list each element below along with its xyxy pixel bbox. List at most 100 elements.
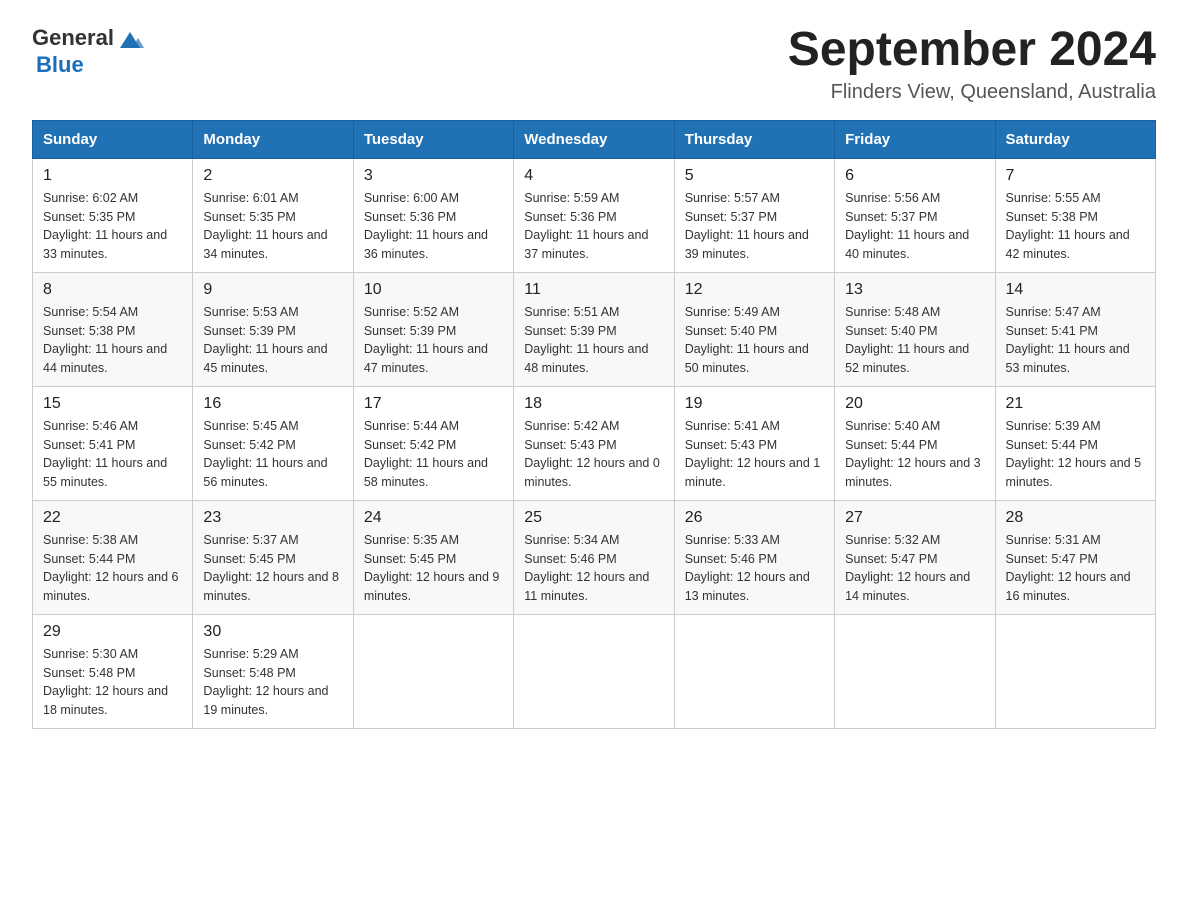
day-info: Sunrise: 5:53 AM Sunset: 5:39 PM Dayligh…: [203, 303, 342, 378]
table-row: 7 Sunrise: 5:55 AM Sunset: 5:38 PM Dayli…: [995, 158, 1155, 272]
table-row: 24 Sunrise: 5:35 AM Sunset: 5:45 PM Dayl…: [353, 500, 513, 614]
table-row: 15 Sunrise: 5:46 AM Sunset: 5:41 PM Dayl…: [33, 386, 193, 500]
day-number: 1: [43, 167, 182, 185]
day-info: Sunrise: 5:44 AM Sunset: 5:42 PM Dayligh…: [364, 417, 503, 492]
day-info: Sunrise: 5:38 AM Sunset: 5:44 PM Dayligh…: [43, 531, 182, 606]
day-info: Sunrise: 5:37 AM Sunset: 5:45 PM Dayligh…: [203, 531, 342, 606]
table-row: [835, 614, 995, 728]
day-info: Sunrise: 5:49 AM Sunset: 5:40 PM Dayligh…: [685, 303, 824, 378]
day-info: Sunrise: 6:00 AM Sunset: 5:36 PM Dayligh…: [364, 189, 503, 264]
day-info: Sunrise: 5:29 AM Sunset: 5:48 PM Dayligh…: [203, 645, 342, 720]
day-number: 11: [524, 281, 663, 299]
header-sunday: Sunday: [33, 120, 193, 158]
day-number: 3: [364, 167, 503, 185]
day-number: 9: [203, 281, 342, 299]
day-info: Sunrise: 5:57 AM Sunset: 5:37 PM Dayligh…: [685, 189, 824, 264]
logo-blue-text: Blue: [36, 52, 84, 78]
calendar-body: 1 Sunrise: 6:02 AM Sunset: 5:35 PM Dayli…: [33, 158, 1156, 728]
table-row: 5 Sunrise: 5:57 AM Sunset: 5:37 PM Dayli…: [674, 158, 834, 272]
day-number: 15: [43, 395, 182, 413]
table-row: 20 Sunrise: 5:40 AM Sunset: 5:44 PM Dayl…: [835, 386, 995, 500]
day-number: 21: [1006, 395, 1145, 413]
header-wednesday: Wednesday: [514, 120, 674, 158]
table-row: 18 Sunrise: 5:42 AM Sunset: 5:43 PM Dayl…: [514, 386, 674, 500]
table-row: 22 Sunrise: 5:38 AM Sunset: 5:44 PM Dayl…: [33, 500, 193, 614]
day-number: 4: [524, 167, 663, 185]
day-number: 18: [524, 395, 663, 413]
day-info: Sunrise: 5:52 AM Sunset: 5:39 PM Dayligh…: [364, 303, 503, 378]
day-info: Sunrise: 5:34 AM Sunset: 5:46 PM Dayligh…: [524, 531, 663, 606]
day-number: 14: [1006, 281, 1145, 299]
calendar-table: Sunday Monday Tuesday Wednesday Thursday…: [32, 120, 1156, 729]
day-info: Sunrise: 5:47 AM Sunset: 5:41 PM Dayligh…: [1006, 303, 1145, 378]
table-row: [995, 614, 1155, 728]
day-info: Sunrise: 5:56 AM Sunset: 5:37 PM Dayligh…: [845, 189, 984, 264]
table-row: 21 Sunrise: 5:39 AM Sunset: 5:44 PM Dayl…: [995, 386, 1155, 500]
day-number: 5: [685, 167, 824, 185]
header-thursday: Thursday: [674, 120, 834, 158]
day-info: Sunrise: 5:48 AM Sunset: 5:40 PM Dayligh…: [845, 303, 984, 378]
table-row: 3 Sunrise: 6:00 AM Sunset: 5:36 PM Dayli…: [353, 158, 513, 272]
table-row: 19 Sunrise: 5:41 AM Sunset: 5:43 PM Dayl…: [674, 386, 834, 500]
table-row: 17 Sunrise: 5:44 AM Sunset: 5:42 PM Dayl…: [353, 386, 513, 500]
table-row: 27 Sunrise: 5:32 AM Sunset: 5:47 PM Dayl…: [835, 500, 995, 614]
day-number: 12: [685, 281, 824, 299]
table-row: 25 Sunrise: 5:34 AM Sunset: 5:46 PM Dayl…: [514, 500, 674, 614]
day-number: 19: [685, 395, 824, 413]
day-number: 20: [845, 395, 984, 413]
header-monday: Monday: [193, 120, 353, 158]
table-row: 8 Sunrise: 5:54 AM Sunset: 5:38 PM Dayli…: [33, 272, 193, 386]
logo-icon: [116, 26, 144, 54]
day-number: 10: [364, 281, 503, 299]
day-info: Sunrise: 5:31 AM Sunset: 5:47 PM Dayligh…: [1006, 531, 1145, 606]
day-info: Sunrise: 5:46 AM Sunset: 5:41 PM Dayligh…: [43, 417, 182, 492]
day-number: 23: [203, 509, 342, 527]
table-row: 6 Sunrise: 5:56 AM Sunset: 5:37 PM Dayli…: [835, 158, 995, 272]
table-row: 9 Sunrise: 5:53 AM Sunset: 5:39 PM Dayli…: [193, 272, 353, 386]
header-friday: Friday: [835, 120, 995, 158]
day-number: 13: [845, 281, 984, 299]
title-block: September 2024 Flinders View, Queensland…: [788, 24, 1156, 104]
day-number: 16: [203, 395, 342, 413]
table-row: 16 Sunrise: 5:45 AM Sunset: 5:42 PM Dayl…: [193, 386, 353, 500]
table-row: 29 Sunrise: 5:30 AM Sunset: 5:48 PM Dayl…: [33, 614, 193, 728]
day-info: Sunrise: 5:33 AM Sunset: 5:46 PM Dayligh…: [685, 531, 824, 606]
calendar-header: Sunday Monday Tuesday Wednesday Thursday…: [33, 120, 1156, 158]
day-info: Sunrise: 5:51 AM Sunset: 5:39 PM Dayligh…: [524, 303, 663, 378]
table-row: 10 Sunrise: 5:52 AM Sunset: 5:39 PM Dayl…: [353, 272, 513, 386]
day-number: 24: [364, 509, 503, 527]
table-row: 1 Sunrise: 6:02 AM Sunset: 5:35 PM Dayli…: [33, 158, 193, 272]
day-number: 2: [203, 167, 342, 185]
day-number: 26: [685, 509, 824, 527]
table-row: 30 Sunrise: 5:29 AM Sunset: 5:48 PM Dayl…: [193, 614, 353, 728]
location-title: Flinders View, Queensland, Australia: [788, 81, 1156, 104]
table-row: [674, 614, 834, 728]
day-info: Sunrise: 6:02 AM Sunset: 5:35 PM Dayligh…: [43, 189, 182, 264]
day-number: 22: [43, 509, 182, 527]
page-header: General Blue September 2024 Flinders Vie…: [32, 24, 1156, 104]
day-number: 6: [845, 167, 984, 185]
day-info: Sunrise: 5:35 AM Sunset: 5:45 PM Dayligh…: [364, 531, 503, 606]
month-title: September 2024: [788, 24, 1156, 77]
day-number: 7: [1006, 167, 1145, 185]
day-info: Sunrise: 5:39 AM Sunset: 5:44 PM Dayligh…: [1006, 417, 1145, 492]
day-info: Sunrise: 5:55 AM Sunset: 5:38 PM Dayligh…: [1006, 189, 1145, 264]
day-info: Sunrise: 5:40 AM Sunset: 5:44 PM Dayligh…: [845, 417, 984, 492]
day-number: 27: [845, 509, 984, 527]
header-tuesday: Tuesday: [353, 120, 513, 158]
day-info: Sunrise: 5:42 AM Sunset: 5:43 PM Dayligh…: [524, 417, 663, 492]
logo: General Blue: [32, 24, 146, 78]
table-row: 13 Sunrise: 5:48 AM Sunset: 5:40 PM Dayl…: [835, 272, 995, 386]
day-info: Sunrise: 5:59 AM Sunset: 5:36 PM Dayligh…: [524, 189, 663, 264]
table-row: [353, 614, 513, 728]
logo-general-text: General: [32, 25, 114, 51]
table-row: 28 Sunrise: 5:31 AM Sunset: 5:47 PM Dayl…: [995, 500, 1155, 614]
table-row: 12 Sunrise: 5:49 AM Sunset: 5:40 PM Dayl…: [674, 272, 834, 386]
day-number: 17: [364, 395, 503, 413]
table-row: 4 Sunrise: 5:59 AM Sunset: 5:36 PM Dayli…: [514, 158, 674, 272]
day-number: 29: [43, 623, 182, 641]
day-info: Sunrise: 5:45 AM Sunset: 5:42 PM Dayligh…: [203, 417, 342, 492]
day-number: 28: [1006, 509, 1145, 527]
day-info: Sunrise: 5:54 AM Sunset: 5:38 PM Dayligh…: [43, 303, 182, 378]
day-info: Sunrise: 6:01 AM Sunset: 5:35 PM Dayligh…: [203, 189, 342, 264]
